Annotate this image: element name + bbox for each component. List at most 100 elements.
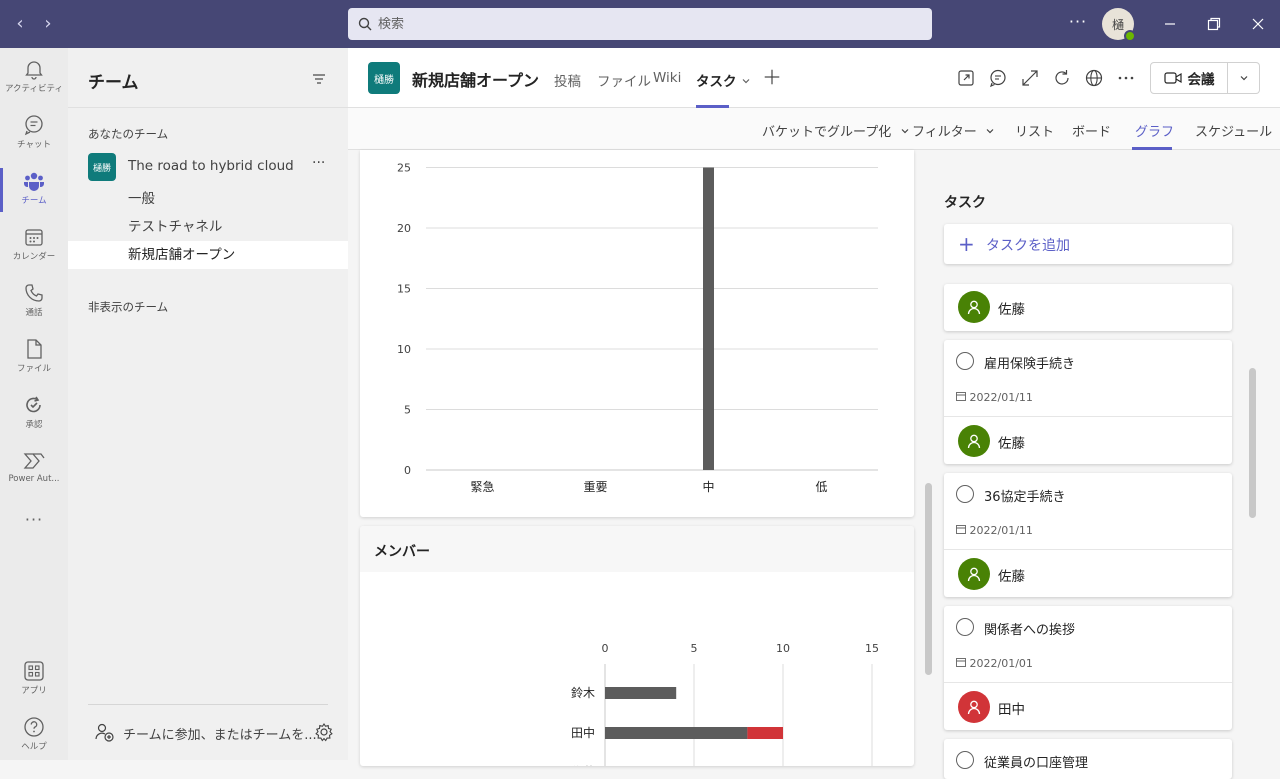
rail-label: 承認 xyxy=(25,420,43,430)
back-arrow-icon[interactable]: ‹ xyxy=(10,12,30,36)
tasks-title: タスク xyxy=(944,195,986,211)
members-chart-card: メンバー 051015鈴木田中佐藤Windows 365 BPRT Prepar… xyxy=(360,526,914,766)
task-card[interactable]: 佐藤 xyxy=(944,284,1232,331)
filter-dropdown[interactable]: フィルター xyxy=(912,121,995,140)
expand-icon[interactable] xyxy=(1020,68,1040,88)
bell-icon xyxy=(25,61,43,80)
task-card[interactable]: 雇用保険手続き 2022/01/11 佐藤 xyxy=(944,340,1232,464)
channel-item-new-store[interactable]: 新規店舗オープン xyxy=(68,241,348,269)
join-team-button[interactable]: チームに参加、またはチームを... xyxy=(92,720,324,744)
task-name[interactable]: 従業員の口座管理 xyxy=(984,752,1088,771)
add-tab-icon[interactable] xyxy=(762,67,782,87)
y-tick-label: 10 xyxy=(397,343,411,356)
search-box[interactable] xyxy=(348,8,932,40)
tab-files[interactable]: ファイル xyxy=(597,70,651,90)
x-tick-label: 低 xyxy=(815,480,827,494)
more-icon[interactable] xyxy=(1116,68,1136,88)
view-schedule[interactable]: スケジュール xyxy=(1195,121,1272,140)
task-name[interactable]: 関係者への挨拶 xyxy=(984,619,1075,638)
members-bar-chart: 051015鈴木田中佐藤Windows 365 BPRT Prepared U.… xyxy=(571,642,879,766)
forward-arrow-icon[interactable]: › xyxy=(38,12,58,36)
view-board[interactable]: ボード xyxy=(1072,121,1111,140)
person-icon xyxy=(958,425,990,457)
rail-label: ファイル xyxy=(16,364,51,374)
rail-item-calendar[interactable]: カレンダー xyxy=(0,220,68,272)
assignee-row[interactable]: 佐藤 xyxy=(944,284,1232,331)
task-card[interactable]: 36協定手続き 2022/01/11 佐藤 xyxy=(944,473,1232,597)
rail-label: アクティビティ xyxy=(4,84,64,94)
minimize-icon[interactable] xyxy=(1158,12,1182,36)
rail-item-chat[interactable]: チャット xyxy=(0,108,68,160)
assignee-row[interactable]: 佐藤 xyxy=(944,416,1232,464)
tab-posts[interactable]: 投稿 xyxy=(554,70,581,90)
rail-item-calls[interactable]: 通話 xyxy=(0,276,68,328)
meet-button[interactable]: 会議 xyxy=(1150,62,1228,94)
globe-icon[interactable] xyxy=(1084,68,1104,88)
due-date-text: 2022/01/11 xyxy=(969,391,1033,404)
hidden-teams-label[interactable]: 非表示のチーム xyxy=(88,299,168,315)
channel-item-test[interactable]: テストチャネル xyxy=(68,213,348,241)
due-date: 2022/01/11 xyxy=(956,524,1033,537)
rail-item-apps[interactable]: アプリ xyxy=(0,654,68,706)
rail-item-power-automate[interactable]: Power Aut... xyxy=(0,444,68,496)
tab-wiki[interactable]: Wiki xyxy=(653,70,681,86)
channel-item-general[interactable]: 一般 xyxy=(68,185,348,213)
conversation-icon[interactable] xyxy=(988,68,1008,88)
task-name[interactable]: 雇用保険手続き xyxy=(984,353,1075,372)
tasks-scrollbar[interactable] xyxy=(1249,368,1256,518)
rail-item-approvals[interactable]: 承認 xyxy=(0,388,68,440)
view-charts[interactable]: グラフ xyxy=(1135,121,1174,140)
rail-item-files[interactable]: ファイル xyxy=(0,332,68,384)
tab-tasks[interactable]: タスク xyxy=(696,70,751,90)
x-tick-label: 0 xyxy=(602,642,609,655)
task-checkbox[interactable] xyxy=(956,618,974,636)
team-item[interactable]: 樋勝 The road to hybrid cloud ··· xyxy=(68,152,348,182)
gear-icon[interactable] xyxy=(314,722,334,742)
task-card[interactable]: 従業員の口座管理 xyxy=(944,739,1232,779)
view-list[interactable]: リスト xyxy=(1015,121,1054,140)
join-team-label: チームに参加、またはチームを... xyxy=(123,728,317,743)
add-task-button[interactable]: + タスクを追加 xyxy=(944,224,1232,264)
teams-icon xyxy=(24,172,44,191)
rail-item-help[interactable]: ヘルプ xyxy=(0,710,68,762)
refresh-icon[interactable] xyxy=(1052,68,1072,88)
rail-label: ヘルプ xyxy=(21,742,47,752)
restore-icon[interactable] xyxy=(1202,12,1226,36)
panel-title: チーム xyxy=(88,73,139,93)
calendar-icon xyxy=(25,229,43,246)
task-checkbox[interactable] xyxy=(956,485,974,503)
chevron-down-icon xyxy=(986,129,994,134)
search-input[interactable] xyxy=(378,16,878,32)
assignee-name: 佐藤 xyxy=(998,569,1025,585)
divider xyxy=(88,704,328,705)
more-options-icon[interactable]: ··· xyxy=(1066,12,1090,31)
task-checkbox[interactable] xyxy=(956,352,974,370)
group-by-dropdown[interactable]: バケットでグループ化 xyxy=(762,121,910,140)
team-avatar: 樋勝 xyxy=(88,153,116,181)
x-tick-label: 10 xyxy=(776,642,790,655)
task-checkbox[interactable] xyxy=(956,751,974,769)
group-by-label: バケットでグループ化 xyxy=(762,125,892,140)
team-name: The road to hybrid cloud xyxy=(128,158,294,174)
popout-icon[interactable] xyxy=(956,68,976,88)
team-more-icon[interactable]: ··· xyxy=(312,155,325,171)
rail-item-activity[interactable]: アクティビティ xyxy=(0,52,68,104)
calendar-icon xyxy=(956,525,966,534)
assignee-row[interactable]: 佐藤 xyxy=(944,549,1232,597)
meet-dropdown-button[interactable] xyxy=(1228,62,1260,94)
charts-scrollbar[interactable] xyxy=(925,483,932,675)
priority-bar-chart: 0 5 10 15 20 25 緊急 重要 中 低 xyxy=(397,162,878,494)
add-task-label: タスクを追加 xyxy=(986,238,1070,254)
close-icon[interactable] xyxy=(1246,12,1270,36)
x-tick-label: 緊急 xyxy=(470,479,494,494)
task-name[interactable]: 36協定手続き xyxy=(984,486,1066,505)
filter-label: フィルター xyxy=(912,125,977,140)
user-avatar[interactable]: 樋 xyxy=(1102,8,1136,42)
task-card[interactable]: 関係者への挨拶 2022/01/01 田中 xyxy=(944,606,1232,730)
video-camera-icon xyxy=(1163,72,1182,84)
y-tick-label: 鈴木 xyxy=(571,685,595,700)
assignee-row[interactable]: 田中 xyxy=(944,682,1232,730)
rail-more-icon[interactable]: ··· xyxy=(0,510,68,534)
filter-icon[interactable] xyxy=(310,70,328,88)
rail-item-teams[interactable]: チーム xyxy=(0,164,68,216)
